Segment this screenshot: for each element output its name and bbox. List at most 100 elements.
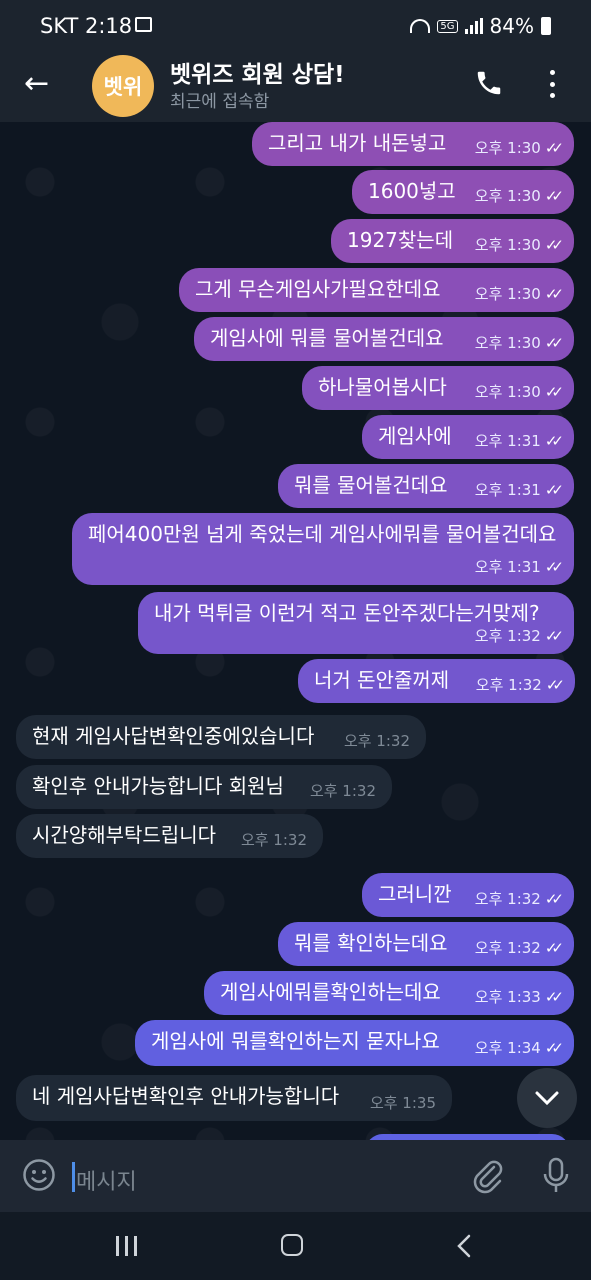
incoming-message[interactable]: 네 게임사답변확인후 안내가능합니다 오후 1:35 [16,1075,452,1121]
signal-icon [464,18,483,34]
message-meta: 오후 1:30 ✓✓ [474,281,564,307]
message-text: 페어400만원 넘게 죽었는데 게임사에뭐를 물어볼건데요 [88,522,557,546]
hotspot-icon [410,19,431,33]
message-meta: 오후 1:32 ✓✓ [474,935,564,961]
message-time: 오후 1:32 [309,782,376,800]
message-meta: 오후 1:34 ✓✓ [474,1035,564,1061]
chat-title[interactable]: 벳위즈 회원 상담! [170,55,345,89]
outgoing-message[interactable]: 그리고 내가 내돈넣고 오후 1:30 ✓✓ [252,122,574,166]
network-type-icon: 5G [437,19,458,33]
message-time: 오후 1:30 [474,236,541,254]
double-check-icon: ✓✓ [544,890,564,908]
outgoing-message[interactable]: 게임사에 뭐를확인하는지 묻자나요 오후 1:34 ✓✓ [135,1020,574,1066]
message-time: 오후 1:32 [474,627,541,645]
message-meta: 오후 1:32 ✓✓ [474,623,564,649]
incoming-message[interactable]: 시간양해부탁드립니다 오후 1:32 [16,814,323,858]
outgoing-message[interactable]: 너거 돈안줄꺼제 오후 1:32 ✓✓ [298,659,575,703]
message-meta: 오후 1:30 ✓✓ [474,135,564,161]
outgoing-message[interactable]: 게임사에 오후 1:31 ✓✓ [362,415,574,459]
message-meta: 오후 1:30 ✓✓ [474,232,564,258]
outgoing-message[interactable]: 그게 무슨게임사가필요한데요 오후 1:30 ✓✓ [179,268,574,312]
incoming-message[interactable]: 확인후 안내가능합니다 회원님 오후 1:32 [16,765,392,809]
attach-icon[interactable] [472,1158,504,1194]
double-check-icon: ✓✓ [544,139,564,157]
message-time: 오후 1:32 [474,890,541,908]
outgoing-message[interactable]: 내가 먹튀글 이런거 적고 돈안주겠다는거맞제? 오후 1:32 ✓✓ [138,592,574,654]
battery-level: 84% [489,14,534,38]
status-bar: SKT 2:18 5G 84% [0,0,591,52]
outgoing-message[interactable]: 페어400만원 넘게 죽었는데 게임사에뭐를 물어볼건데요오후 1:31 ✓✓ [72,513,574,585]
gallery-icon [135,17,152,32]
last-seen-status: 최근에 접속함 [170,92,270,112]
message-time: 오후 1:32 [240,831,307,849]
double-check-icon: ✓✓ [544,481,564,499]
message-time: 오후 1:30 [474,383,541,401]
double-check-icon: ✓✓ [544,334,564,352]
message-time: 오후 1:30 [474,285,541,303]
double-check-icon: ✓✓ [544,988,564,1006]
double-check-icon: ✓✓ [544,627,564,645]
outgoing-message[interactable]: 1600넣고 오후 1:30 ✓✓ [352,170,574,214]
status-indicators: 5G 84% [410,14,551,38]
double-check-icon: ✓✓ [544,939,564,957]
home-icon[interactable] [281,1234,303,1256]
outgoing-message[interactable]: 게임사에 뭐를 물어볼건데요 오후 1:30 ✓✓ [194,317,574,361]
battery-icon [541,17,551,35]
back-arrow-icon[interactable]: ← [24,66,49,101]
outgoing-message[interactable]: 하나물어봅시다 오후 1:30 ✓✓ [302,366,574,410]
message-meta: 오후 1:31 ✓✓ [474,428,564,454]
message-time: 오후 1:30 [474,334,541,352]
message-meta: 오후 1:31 ✓✓ [474,554,564,580]
double-check-icon: ✓✓ [544,236,564,254]
message-time: 오후 1:33 [474,988,541,1006]
message-time: 오후 1:32 [474,939,541,957]
message-meta: 오후 1:32 [310,778,376,804]
message-meta: 오후 1:30 ✓✓ [474,330,564,356]
status-time: SKT 2:18 [40,14,133,38]
message-input[interactable]: 메시지 [76,1164,137,1196]
system-nav-bar [0,1212,591,1280]
emoji-icon[interactable] [22,1158,56,1192]
message-time: 오후 1:32 [475,676,542,694]
double-check-icon: ✓✓ [545,676,565,694]
double-check-icon: ✓✓ [544,558,564,576]
double-check-icon: ✓✓ [544,285,564,303]
outgoing-message[interactable]: 게임사에뭐를확인하는데요 오후 1:33 ✓✓ [204,971,574,1015]
message-meta: 오후 1:35 [370,1090,436,1116]
message-meta: 오후 1:30 ✓✓ [475,183,564,209]
outgoing-message[interactable]: 그러니깐 오후 1:32 ✓✓ [362,873,574,917]
message-composer: 메시지 [0,1140,591,1212]
message-meta: 오후 1:31 ✓✓ [474,477,564,503]
message-text: 내가 먹튀글 이런거 적고 돈안주겠다는거맞제? [154,601,540,625]
message-meta: 오후 1:32 [241,827,307,853]
message-meta: 오후 1:33 ✓✓ [474,984,564,1010]
microphone-icon[interactable] [542,1157,570,1195]
double-check-icon: ✓✓ [544,1039,564,1057]
double-check-icon: ✓✓ [544,383,564,401]
outgoing-message[interactable]: 1927찾는데 오후 1:30 ✓✓ [331,219,574,263]
message-time: 오후 1:32 [343,732,410,750]
nav-back-icon[interactable] [452,1232,478,1260]
outgoing-message[interactable]: 뭐를 확인하는데요 오후 1:32 ✓✓ [278,922,574,966]
message-time: 오후 1:34 [474,1039,541,1057]
text-cursor [72,1162,75,1192]
more-options-icon[interactable] [548,70,556,98]
chat-header: ← 벳위 벳위즈 회원 상담! 최근에 접속함 [0,52,591,122]
double-check-icon: ✓✓ [544,187,564,205]
message-meta: 오후 1:32 [344,728,410,754]
message-time: 오후 1:31 [474,481,541,499]
message-time: 오후 1:31 [474,558,541,576]
message-time: 오후 1:30 [474,139,541,157]
message-meta: 오후 1:30 ✓✓ [474,379,564,405]
scroll-down-button[interactable] [517,1068,577,1128]
chevron-down-icon [535,1091,559,1106]
phone-icon[interactable] [474,68,504,98]
double-check-icon: ✓✓ [544,432,564,450]
recent-apps-icon[interactable] [116,1236,137,1256]
outgoing-message[interactable]: 뭐를 물어볼건데요 오후 1:31 ✓✓ [278,464,574,508]
incoming-message[interactable]: 현재 게임사답변확인중에있습니다 오후 1:32 [16,715,426,759]
message-time: 오후 1:31 [474,432,541,450]
chat-area[interactable]: 그리고 내가 내돈넣고 오후 1:30 ✓✓ 1600넣고 오후 1:30 ✓✓ 1927찾… [0,122,591,1140]
avatar[interactable]: 벳위 [92,55,154,117]
message-meta: 오후 1:32 ✓✓ [474,886,564,912]
